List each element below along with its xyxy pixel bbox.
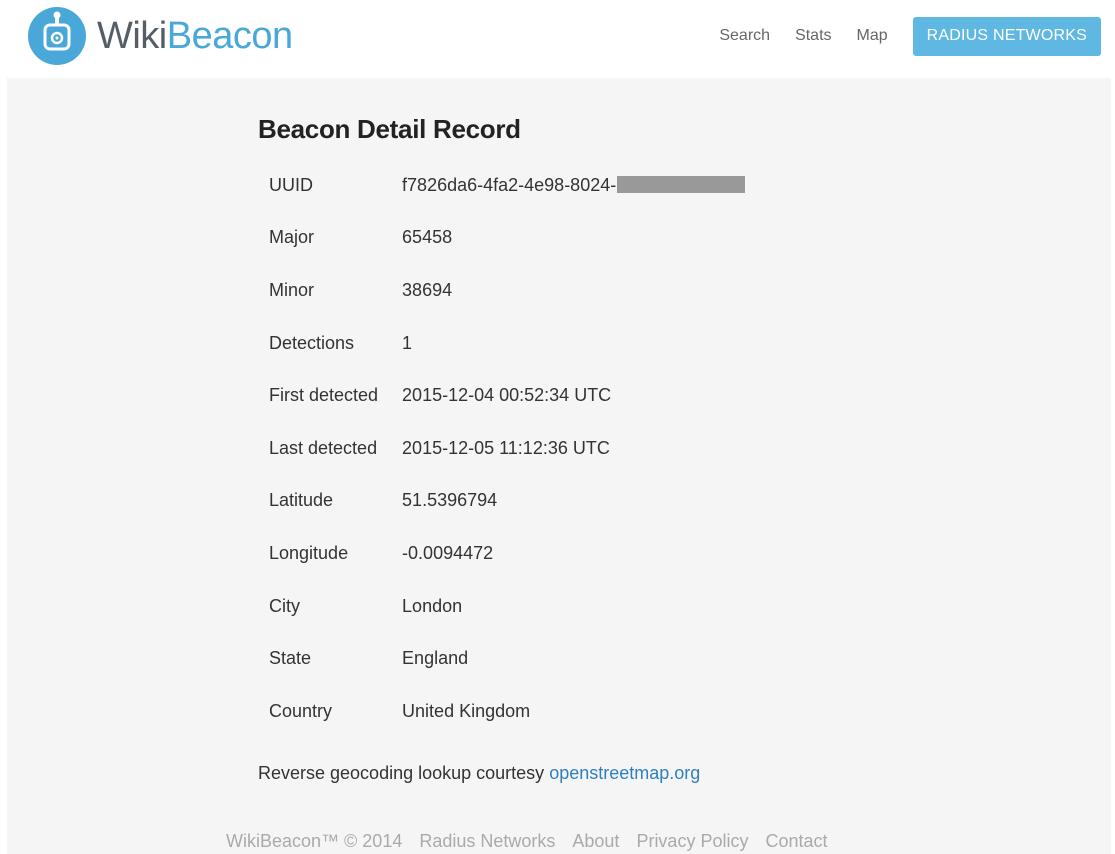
- detail-value-cell: f7826da6-4fa2-4e98-8024-: [402, 159, 746, 212]
- detail-value: 2015-12-04 00:52:34 UTC: [402, 385, 612, 406]
- detail-label: Latitude: [269, 490, 334, 511]
- detail-row-state: State England: [258, 632, 745, 685]
- redacted-block: [617, 175, 746, 193]
- detail-row-latitude: Latitude 51.5396794: [258, 475, 745, 528]
- detail-row-major: Major 65458: [258, 212, 745, 265]
- detail-row-last-detected: Last detected 2015-12-05 11:12:36 UTC: [258, 422, 745, 475]
- nav-search-link[interactable]: Search: [719, 27, 770, 45]
- nav-links: Search Stats Map RADIUS NETWORKS: [719, 16, 1101, 56]
- openstreetmap-link[interactable]: openstreetmap.org: [549, 763, 700, 783]
- footer-link-contact[interactable]: Contact: [765, 831, 827, 852]
- footer-link-radius-networks[interactable]: Radius Networks: [419, 831, 555, 852]
- top-navbar: WikiBeacon Search Stats Map RADIUS NETWO…: [0, 0, 1115, 76]
- brand-name-part1: Wiki: [97, 15, 167, 57]
- detail-label: Country: [269, 700, 333, 721]
- radius-networks-button[interactable]: RADIUS NETWORKS: [912, 16, 1101, 56]
- brand-name-part2: Beacon: [166, 15, 293, 57]
- detail-row-uuid: UUID f7826da6-4fa2-4e98-8024-: [258, 159, 746, 212]
- detail-row-city: City London: [258, 580, 745, 633]
- beacon-detail-record: Beacon Detail Record UUID f7826da6-4fa2-…: [258, 112, 818, 738]
- detail-row-country: Country United Kingdom: [258, 685, 745, 738]
- detail-row-first-detected: First detected 2015-12-04 00:52:34 UTC: [258, 369, 745, 422]
- page-content: Beacon Detail Record UUID f7826da6-4fa2-…: [7, 78, 1111, 854]
- detail-value: England: [402, 648, 469, 669]
- detail-value: 2015-12-05 11:12:36 UTC: [402, 437, 610, 458]
- detail-table: UUID f7826da6-4fa2-4e98-8024- Major 6545…: [258, 159, 746, 738]
- page-footer: WikiBeacon™ © 2014 Radius Networks About…: [226, 831, 845, 852]
- detail-value: -0.0094472: [402, 542, 494, 563]
- detail-label: First detected: [269, 385, 379, 406]
- page-title: Beacon Detail Record: [258, 114, 521, 144]
- detail-row-minor: Minor 38694: [258, 264, 745, 317]
- detail-row-detections: Detections 1: [258, 317, 745, 370]
- detail-value: 1: [402, 332, 413, 353]
- footer-copyright: WikiBeacon™ © 2014: [226, 831, 403, 851]
- nav-map-link[interactable]: Map: [857, 27, 888, 45]
- footer-link-privacy-policy[interactable]: Privacy Policy: [636, 831, 748, 852]
- detail-label: Major: [269, 227, 315, 248]
- detail-value: f7826da6-4fa2-4e98-8024-: [402, 174, 617, 195]
- brand-home-link[interactable]: WikiBeacon: [28, 7, 293, 65]
- brand-name: WikiBeacon: [97, 17, 293, 55]
- beacon-device-icon: [28, 7, 86, 65]
- detail-value: 65458: [402, 227, 453, 248]
- nav-stats-link[interactable]: Stats: [795, 27, 831, 45]
- detail-label: Detections: [269, 332, 355, 353]
- footer-link-about[interactable]: About: [572, 831, 619, 852]
- geocoding-credit: Reverse geocoding lookup courtesy openst…: [258, 763, 700, 784]
- detail-row-longitude: Longitude -0.0094472: [258, 527, 745, 580]
- detail-label: Last detected: [269, 437, 378, 458]
- detail-value: London: [402, 595, 463, 616]
- detail-value: 38694: [402, 279, 453, 300]
- geocoding-credit-text: Reverse geocoding lookup courtesy: [258, 763, 550, 783]
- detail-label: Minor: [269, 279, 315, 300]
- detail-label: Longitude: [269, 542, 349, 563]
- detail-label: UUID: [269, 174, 313, 195]
- detail-label: City: [269, 595, 300, 616]
- detail-value: 51.5396794: [402, 490, 498, 511]
- detail-label: State: [269, 648, 312, 669]
- detail-value: United Kingdom: [402, 700, 531, 721]
